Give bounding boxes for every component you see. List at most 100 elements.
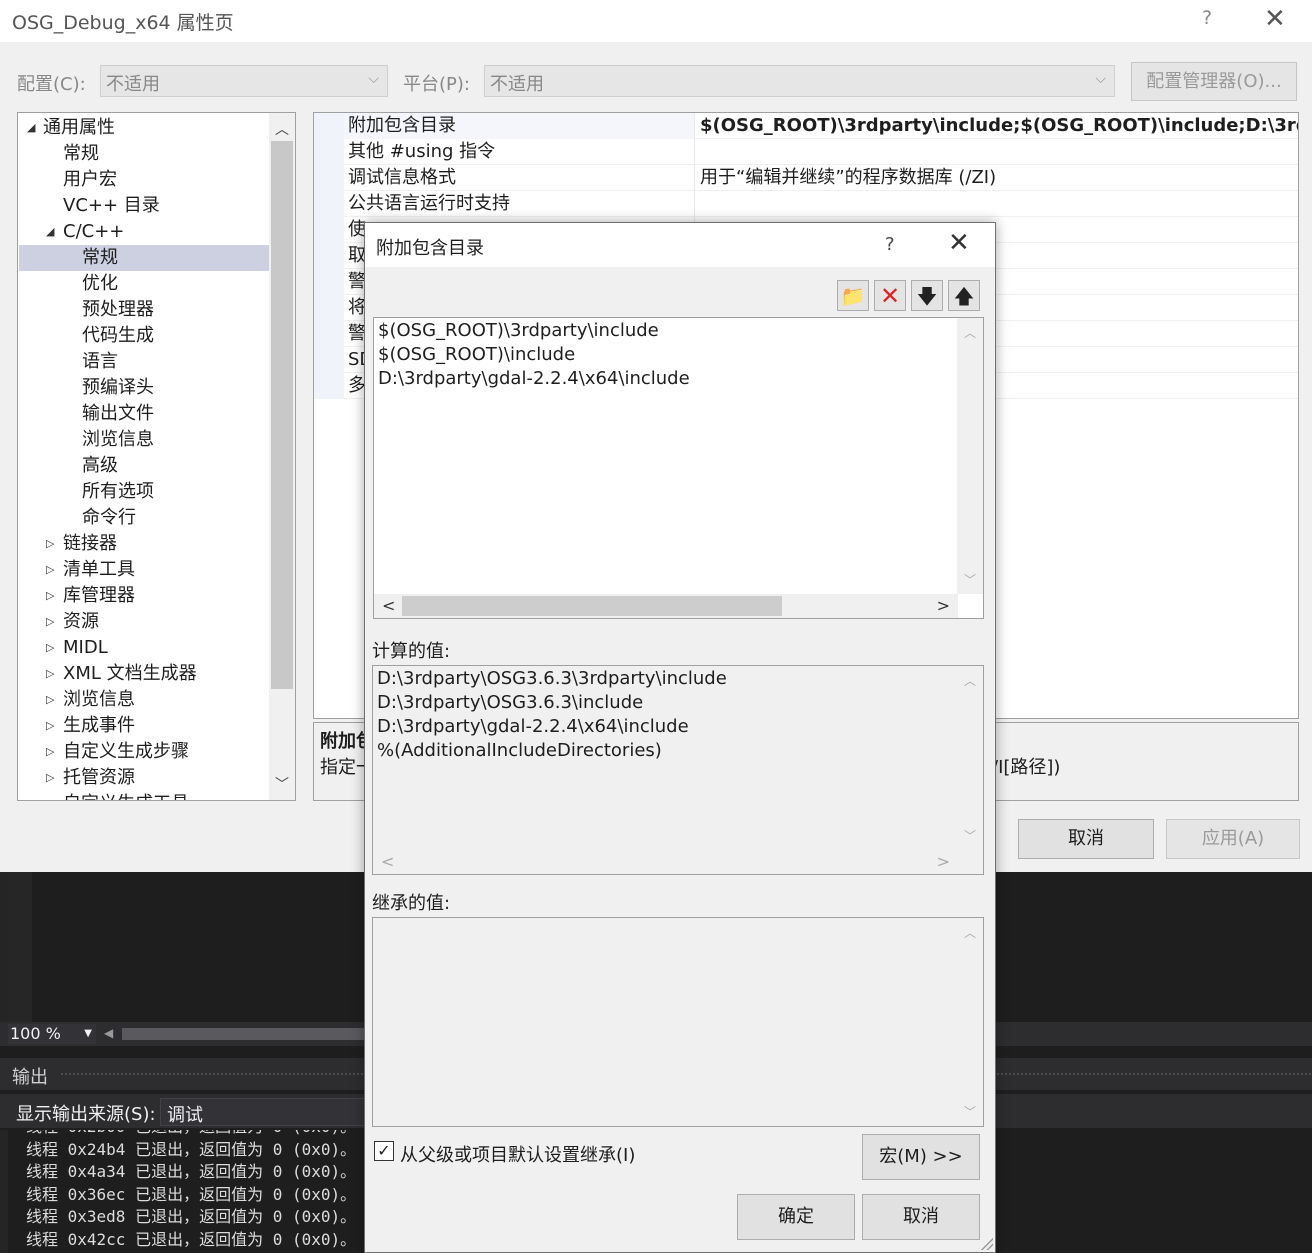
config-manager-button[interactable]: 配置管理器(O)...	[1131, 62, 1297, 101]
property-value[interactable]: $(OSG_ROOT)\3rdparty\include;$(OSG_ROOT)…	[700, 113, 1298, 139]
property-value[interactable]: 用于“编辑并继续”的程序数据库 (/ZI)	[700, 165, 996, 191]
move-down-button[interactable]: 🡇	[911, 280, 943, 311]
path-line[interactable]: $(OSG_ROOT)\3rdparty\include	[378, 320, 659, 341]
scroll-up-icon[interactable]: ︿	[964, 924, 976, 941]
scroll-left-icon[interactable]: <	[382, 596, 395, 615]
tree-item-cpp-general[interactable]: 常规	[19, 245, 269, 271]
tree-item-general[interactable]: 常规	[19, 141, 269, 167]
tree-item-browse-info-2[interactable]: ▷ 浏览信息	[19, 687, 269, 713]
vertical-scrollbar[interactable]: ︿ ﹀	[957, 918, 983, 1126]
grid-row[interactable]: 公共语言运行时支持	[314, 191, 1298, 217]
collapsed-arrow-icon[interactable]: ▷	[46, 583, 54, 609]
scroll-left-icon[interactable]: <	[381, 852, 394, 871]
collapsed-arrow-icon[interactable]: ▷	[46, 635, 54, 661]
inherit-checkbox-label[interactable]: 从父级或项目默认设置继承(I)	[400, 1141, 635, 1167]
help-icon[interactable]: ?	[1202, 7, 1212, 29]
tree-item-advanced[interactable]: 高级	[19, 453, 269, 479]
tree-item-browse-info[interactable]: 浏览信息	[19, 427, 269, 453]
delete-button[interactable]: ✕	[874, 280, 906, 311]
collapsed-arrow-icon[interactable]: ▷	[46, 791, 54, 800]
horizontal-scrollbar-thumb[interactable]	[122, 1028, 372, 1040]
output-source-select[interactable]: 调试	[160, 1098, 370, 1126]
tree-item-language[interactable]: 语言	[19, 349, 269, 375]
scroll-down-icon[interactable]: ﹀	[964, 571, 976, 588]
collapsed-arrow-icon[interactable]: ▷	[46, 765, 54, 791]
close-icon[interactable]: ✕	[948, 228, 970, 258]
tree-item-label: 高级	[82, 455, 118, 476]
row-gutter	[314, 269, 344, 295]
scroll-down-icon[interactable]: ﹀	[964, 1103, 976, 1120]
grid-row[interactable]: 其他 #using 指令	[314, 139, 1298, 165]
property-tree[interactable]: ◢ 通用属性 常规 用户宏 VC++ 目录 ◢ C/C++ 常规 优化 预处理器…	[17, 112, 296, 801]
tree-scrollbar[interactable]: ︿ ﹀	[269, 113, 295, 800]
scroll-up-icon[interactable]: ︿	[275, 119, 289, 139]
chevron-down-icon: ⌵	[368, 71, 379, 87]
tree-item-all-options[interactable]: 所有选项	[19, 479, 269, 505]
tree-item-code-generation[interactable]: 代码生成	[19, 323, 269, 349]
tree-item-custom-build-step[interactable]: ▷ 自定义生成步骤	[19, 739, 269, 765]
scroll-up-icon[interactable]: ︿	[964, 672, 976, 689]
collapsed-arrow-icon[interactable]: ▷	[46, 531, 54, 557]
tree-item-optimization[interactable]: 优化	[19, 271, 269, 297]
tree-item-build-events[interactable]: ▷ 生成事件	[19, 713, 269, 739]
tree-item-resources[interactable]: ▷ 资源	[19, 609, 269, 635]
tree-item-general-properties[interactable]: ◢ 通用属性	[19, 115, 269, 141]
horizontal-scrollbar[interactable]: < >	[373, 850, 958, 874]
dialog-cancel-button[interactable]: 取消	[862, 1194, 980, 1240]
path-line[interactable]: D:\3rdparty\gdal-2.2.4\x64\include	[378, 368, 690, 389]
collapsed-arrow-icon[interactable]: ▷	[46, 713, 54, 739]
tree-item-custom-build-tool[interactable]: ▷ 自定义生成工具	[19, 791, 269, 800]
tree-item-managed-resources[interactable]: ▷ 托管资源	[19, 765, 269, 791]
config-select[interactable]: 不适用 ⌵	[100, 65, 388, 97]
resize-grip-icon[interactable]	[981, 1238, 993, 1250]
collapsed-arrow-icon[interactable]: ▷	[46, 661, 54, 687]
apply-button[interactable]: 应用(A)	[1166, 819, 1300, 859]
horizontal-scrollbar-thumb[interactable]	[402, 596, 782, 616]
new-line-button[interactable]: 📁	[837, 280, 869, 311]
macros-button[interactable]: 宏(M) >>	[862, 1134, 980, 1180]
tree-item-precompiled-headers[interactable]: 预编译头	[19, 375, 269, 401]
tree-item-command-line[interactable]: 命令行	[19, 505, 269, 531]
tree-item-vc-directories[interactable]: VC++ 目录	[19, 193, 269, 219]
cancel-button[interactable]: 取消	[1018, 819, 1154, 859]
scroll-right-icon[interactable]: >	[937, 852, 950, 871]
vertical-scrollbar[interactable]: ︿ ﹀	[957, 666, 983, 850]
tree-item-cpp[interactable]: ◢ C/C++	[19, 219, 269, 245]
vertical-scrollbar[interactable]: ︿ ﹀	[957, 318, 983, 594]
collapsed-arrow-icon[interactable]: ▷	[46, 687, 54, 713]
zoom-combo[interactable]: 100 % ▼	[8, 1024, 96, 1044]
scroll-down-icon[interactable]: ﹀	[275, 774, 289, 794]
scroll-up-icon[interactable]: ︿	[964, 324, 976, 341]
collapsed-arrow-icon[interactable]: ▷	[46, 609, 54, 635]
tree-item-user-macros[interactable]: 用户宏	[19, 167, 269, 193]
include-paths-editor[interactable]: $(OSG_ROOT)\3rdparty\include $(OSG_ROOT)…	[373, 317, 984, 619]
grid-row[interactable]: 调试信息格式 用于“编辑并继续”的程序数据库 (/ZI)	[314, 165, 1298, 191]
expanded-arrow-icon[interactable]: ◢	[27, 115, 35, 141]
help-icon[interactable]: ?	[885, 234, 895, 255]
grid-row[interactable]: 附加包含目录 $(OSG_ROOT)\3rdparty\include;$(OS…	[314, 113, 1298, 139]
collapsed-arrow-icon[interactable]: ▷	[46, 739, 54, 765]
tree-item-preprocessor[interactable]: 预处理器	[19, 297, 269, 323]
platform-select[interactable]: 不适用 ⌵	[484, 65, 1115, 97]
tree-scrollbar-thumb[interactable]	[271, 141, 293, 689]
tree-item-librarian[interactable]: ▷ 库管理器	[19, 583, 269, 609]
row-gutter	[314, 165, 344, 191]
horizontal-scrollbar[interactable]: < >	[374, 594, 958, 618]
scroll-down-icon[interactable]: ﹀	[964, 827, 976, 844]
move-up-button[interactable]: 🡅	[948, 280, 980, 311]
expanded-arrow-icon[interactable]: ◢	[46, 219, 54, 245]
tree-item-manifest-tool[interactable]: ▷ 清单工具	[19, 557, 269, 583]
ok-button[interactable]: 确定	[737, 1194, 855, 1240]
tree-item-xml-doc-generator[interactable]: ▷ XML 文档生成器	[19, 661, 269, 687]
scroll-right-icon[interactable]: >	[937, 596, 950, 615]
close-icon[interactable]: ✕	[1264, 4, 1286, 34]
tree-item-output-files[interactable]: 输出文件	[19, 401, 269, 427]
scroll-left-icon[interactable]: ◀	[104, 1026, 113, 1040]
tree-item-midl[interactable]: ▷ MIDL	[19, 635, 269, 661]
collapsed-arrow-icon[interactable]: ▷	[46, 557, 54, 583]
row-gutter	[314, 243, 344, 269]
evaluated-value-box: D:\3rdparty\OSG3.6.3\3rdparty\include D:…	[372, 665, 984, 875]
tree-item-linker[interactable]: ▷ 链接器	[19, 531, 269, 557]
path-line[interactable]: $(OSG_ROOT)\include	[378, 344, 575, 365]
inherit-checkbox[interactable]: ✓	[374, 1141, 394, 1161]
